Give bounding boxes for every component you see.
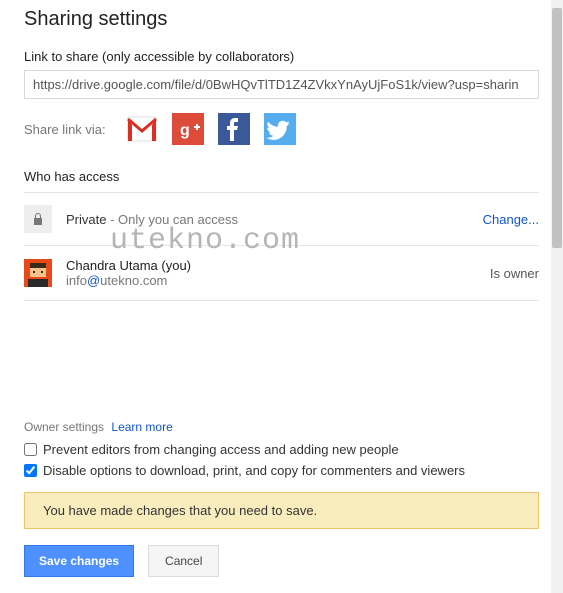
privacy-label: Private (66, 212, 106, 227)
owner-settings-label: Owner settings (24, 420, 104, 434)
share-link-input[interactable] (24, 70, 539, 99)
google-plus-icon[interactable]: g (172, 113, 204, 145)
learn-more-link[interactable]: Learn more (111, 420, 172, 434)
disable-options-label: Disable options to download, print, and … (43, 463, 465, 478)
svg-text:g: g (180, 122, 190, 139)
link-share-label: Link to share (only accessible by collab… (24, 49, 539, 64)
change-privacy-link[interactable]: Change... (483, 212, 539, 227)
lock-icon (24, 205, 52, 233)
owner-role: Is owner (490, 266, 539, 281)
share-via-label: Share link via: (24, 122, 106, 137)
who-has-access-header: Who has access (24, 169, 539, 193)
twitter-icon[interactable] (264, 113, 296, 145)
cancel-button[interactable]: Cancel (148, 545, 219, 577)
scrollbar-thumb[interactable] (552, 8, 562, 248)
prevent-editors-label: Prevent editors from changing access and… (43, 442, 399, 457)
prevent-editors-checkbox[interactable] (24, 443, 37, 456)
disable-options-checkbox[interactable] (24, 464, 37, 477)
owner-name: Chandra Utama (you) (66, 258, 476, 273)
facebook-icon[interactable] (218, 113, 250, 145)
avatar (24, 259, 52, 287)
gmail-icon[interactable] (126, 113, 158, 145)
privacy-row: Private - Only you can access Change... (24, 193, 539, 246)
save-changes-button[interactable]: Save changes (24, 545, 134, 577)
owner-row: Chandra Utama (you) info@utekno.com Is o… (24, 246, 539, 301)
privacy-detail: - Only you can access (106, 212, 238, 227)
dialog-title: Sharing settings (24, 8, 539, 31)
unsaved-changes-notice: You have made changes that you need to s… (24, 492, 539, 529)
owner-email: info@utekno.com (66, 273, 476, 288)
scrollbar-track[interactable] (551, 0, 563, 593)
